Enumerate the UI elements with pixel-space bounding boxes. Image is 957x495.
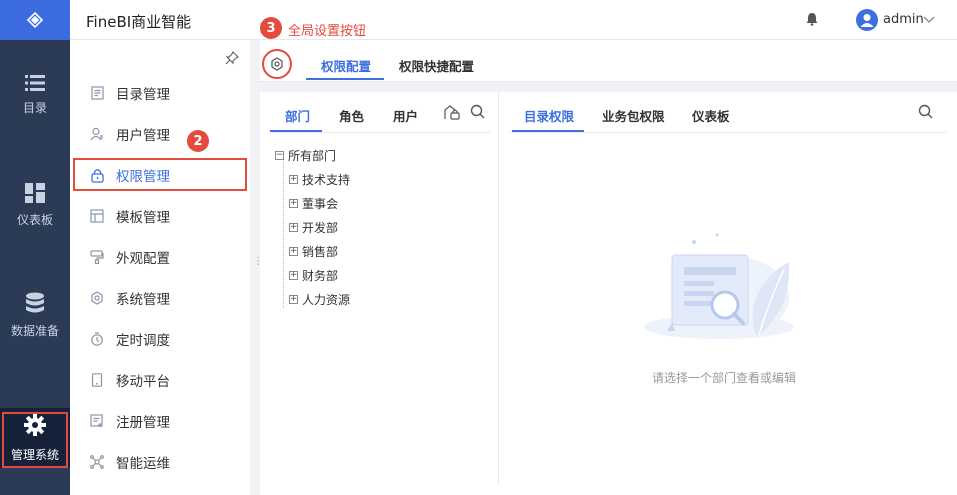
username[interactable]: admin	[883, 12, 924, 27]
global-settings-button[interactable]	[262, 49, 292, 79]
tree-node[interactable]: + 销售部	[289, 243, 338, 260]
expand-icon[interactable]: +	[289, 175, 298, 184]
user-icon	[90, 127, 104, 141]
app-logo[interactable]	[0, 0, 70, 40]
tab-quick-config[interactable]: 权限快捷配置	[399, 56, 474, 75]
expand-icon[interactable]: +	[289, 199, 298, 208]
admin-sidebar: 目录管理 用户管理 权限管理 模板管理 外观配置 系统管理 定时调度 移动平台 …	[70, 40, 250, 495]
tree-guide	[283, 158, 284, 308]
user-icon	[860, 14, 874, 27]
rail-item-dashboard[interactable]: 仪表板	[0, 165, 70, 245]
rail-item-label: 数据准备	[10, 323, 59, 338]
tree-label: 技术支持	[302, 173, 351, 187]
org-lock-icon[interactable]	[444, 104, 460, 123]
bell-icon[interactable]	[806, 12, 818, 29]
rail-item-data-prep[interactable]: 数据准备	[0, 275, 70, 355]
mobile-icon	[90, 373, 104, 387]
tree-label: 人力资源	[302, 293, 351, 307]
sidebar-item-catalog-mgmt[interactable]: 目录管理	[90, 77, 170, 109]
sidebar-item-label: 外观配置	[116, 251, 170, 267]
sidebar-item-template-mgmt[interactable]: 模板管理	[90, 200, 170, 232]
collapse-icon[interactable]: −	[275, 151, 284, 160]
tree-label: 董事会	[302, 197, 339, 211]
divider	[509, 132, 947, 133]
avatar[interactable]	[856, 9, 878, 31]
tab-underline	[306, 78, 384, 80]
gear-icon	[271, 57, 283, 71]
sidebar-item-system-mgmt[interactable]: 系统管理	[90, 282, 170, 314]
tree-node[interactable]: + 技术支持	[289, 171, 350, 188]
top-bar: FineBI商业智能 admin	[70, 0, 957, 40]
sidebar-item-label: 目录管理	[116, 87, 170, 103]
timer-icon	[90, 332, 104, 346]
annotation-label: 全局设置按钮	[288, 24, 367, 39]
empty-state-illustration	[644, 233, 794, 339]
app-title: FineBI商业智能	[86, 13, 192, 31]
tree-label: 所有部门	[288, 149, 337, 163]
sidebar-item-label: 定时调度	[116, 333, 170, 349]
register-icon	[90, 414, 104, 428]
tab-package-permission[interactable]: 业务包权限	[602, 106, 665, 125]
logo-icon	[26, 11, 44, 29]
annotation-box-admin	[2, 412, 68, 468]
tree-node[interactable]: + 人力资源	[289, 291, 350, 308]
sidebar-item-scheduler[interactable]: 定时调度	[90, 323, 170, 355]
empty-state-text: 请选择一个部门查看或编辑	[652, 371, 797, 385]
sidebar-item-label: 智能运维	[116, 456, 170, 472]
sidebar-item-appearance[interactable]: 外观配置	[90, 241, 170, 273]
sidebar-item-registration[interactable]: 注册管理	[90, 405, 170, 437]
search-icon[interactable]	[470, 104, 485, 122]
settings-icon	[90, 291, 104, 305]
tab-permission-config[interactable]: 权限配置	[321, 56, 371, 75]
sidebar-item-ops[interactable]: 智能运维	[90, 446, 170, 478]
network-icon	[90, 455, 104, 469]
search-icon[interactable]	[918, 104, 933, 122]
chevron-down-icon[interactable]	[923, 13, 935, 27]
tree-label: 销售部	[302, 245, 339, 259]
database-icon	[26, 292, 44, 312]
tab-user[interactable]: 用户	[393, 106, 418, 125]
template-icon	[90, 209, 104, 223]
expand-icon[interactable]: +	[289, 271, 298, 280]
divider	[270, 132, 490, 133]
dashboard-icon	[25, 182, 45, 203]
rail-item-label: 目录	[22, 100, 47, 115]
document-icon	[90, 86, 104, 100]
tab-catalog-permission[interactable]: 目录权限	[524, 106, 574, 125]
expand-icon[interactable]: +	[289, 247, 298, 256]
brush-icon	[90, 250, 104, 264]
sidebar-item-label: 移动平台	[116, 374, 170, 390]
tree-root[interactable]: − 所有部门	[275, 147, 336, 164]
rail-item-label: 仪表板	[16, 212, 53, 227]
rail-item-catalog[interactable]: 目录	[0, 55, 70, 135]
tab-dashboard-permission[interactable]: 仪表板	[692, 106, 730, 125]
expand-icon[interactable]: +	[289, 223, 298, 232]
sidebar-item-mobile[interactable]: 移动平台	[90, 364, 170, 396]
tab-department[interactable]: 部门	[285, 106, 310, 125]
gutter	[260, 82, 957, 92]
sidebar-item-label: 用户管理	[116, 128, 170, 144]
org-panel: 部门 角色 用户 − 所有部门 + 技术支持 + 董事会 + 开发部 + 销售部…	[260, 92, 498, 485]
sidebar-item-user-mgmt[interactable]: 用户管理	[90, 118, 170, 150]
list-icon	[25, 74, 45, 91]
permission-panel: 目录权限 业务包权限 仪表板 请选择一个部门查看或编辑	[499, 92, 947, 485]
tab-role[interactable]: 角色	[339, 106, 364, 125]
expand-icon[interactable]: +	[289, 295, 298, 304]
sidebar-item-label: 注册管理	[116, 415, 170, 431]
sidebar-item-label: 系统管理	[116, 292, 170, 308]
main-content: 3 全局设置按钮 权限配置 权限快捷配置 部门 角色 用户 − 所有部门 + 技…	[260, 17, 957, 495]
tree-label: 财务部	[302, 269, 339, 283]
annotation-badge-3: 3	[260, 17, 282, 39]
tree-node[interactable]: + 董事会	[289, 195, 338, 212]
annotation-badge-2: 2	[187, 130, 209, 152]
sidebar-item-label: 模板管理	[116, 210, 170, 226]
annotation-box-permission	[73, 158, 247, 191]
tree-label: 开发部	[302, 221, 339, 235]
tree-node[interactable]: + 开发部	[289, 219, 338, 236]
pin-icon[interactable]	[225, 50, 240, 68]
tree-node[interactable]: + 财务部	[289, 267, 338, 284]
